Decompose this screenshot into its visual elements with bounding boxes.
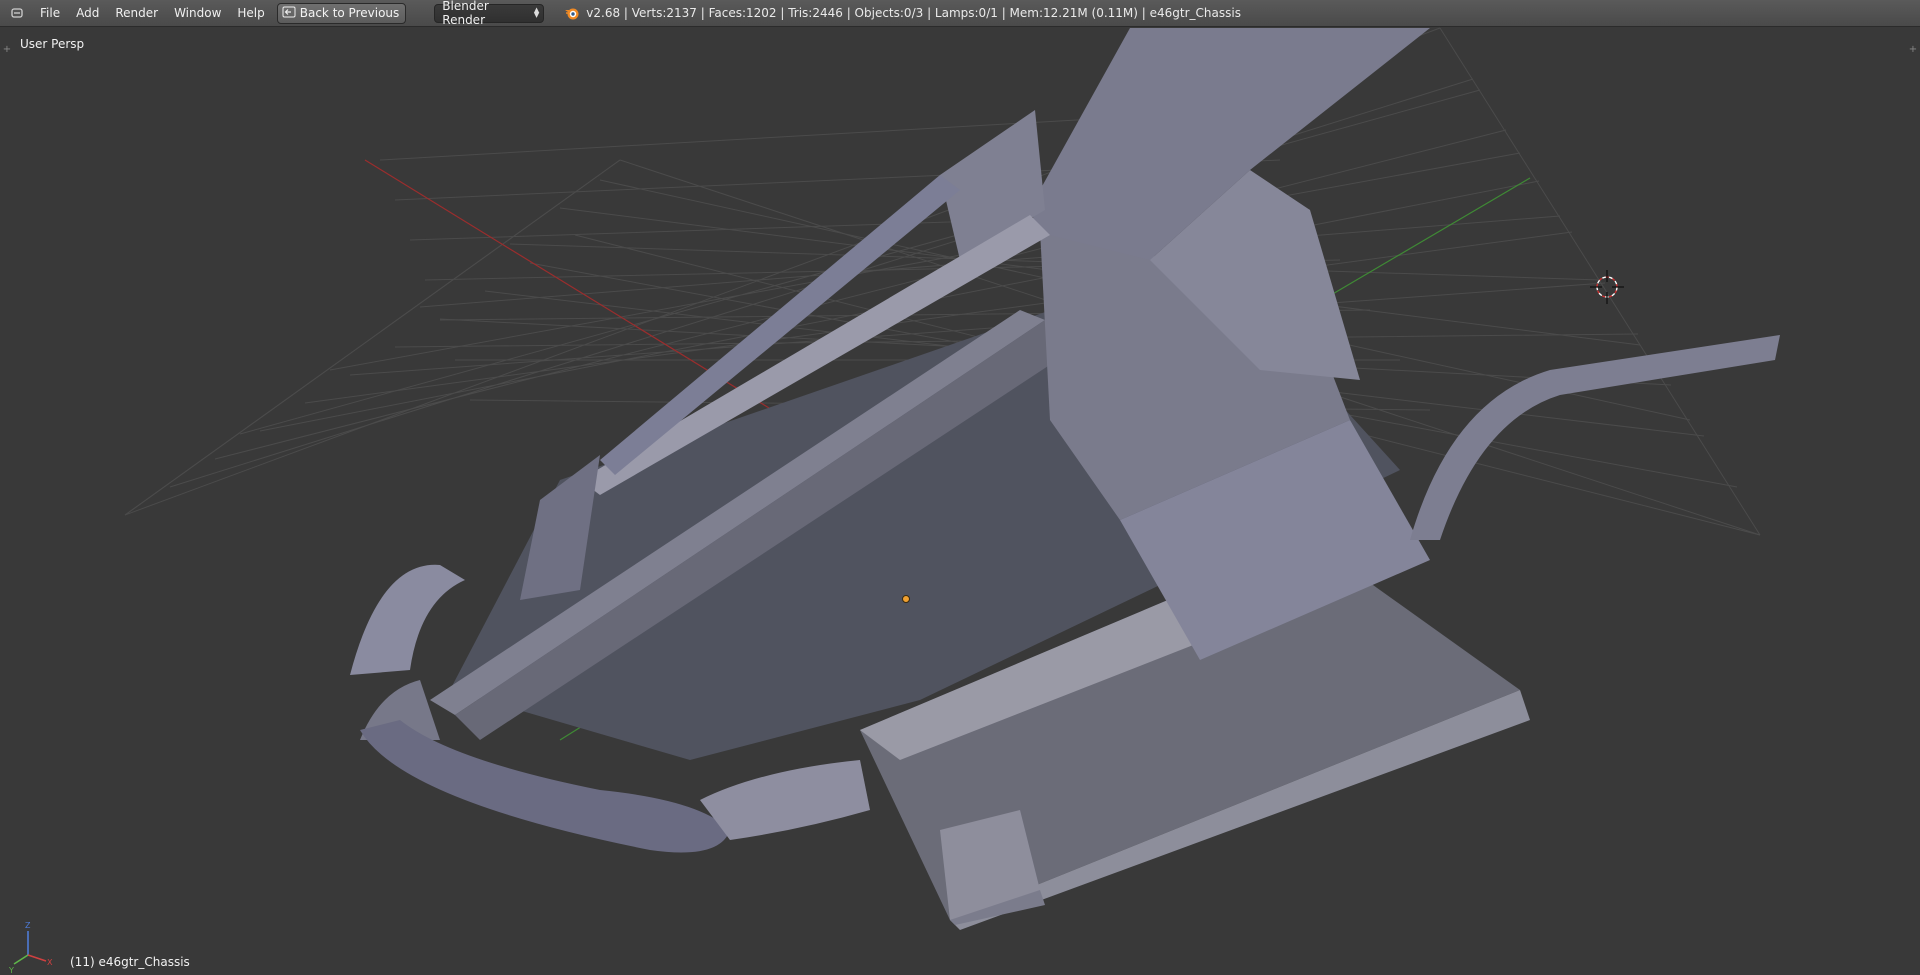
blender-logo-icon [564, 5, 580, 21]
back-arrow-icon [282, 6, 296, 21]
chevron-updown-icon: ▲ ▼ [533, 6, 540, 19]
axis-gizmo-x-label: X [47, 958, 53, 967]
info-header: File Add Render Window Help Back to Prev… [0, 0, 1920, 27]
toolshelf-expand-icon[interactable]: + [2, 45, 12, 55]
menu-help[interactable]: Help [229, 0, 272, 27]
origin-dot-icon[interactable] [902, 595, 910, 603]
main-menu: File Add Render Window Help [32, 0, 273, 27]
properties-expand-icon[interactable]: + [1908, 45, 1918, 55]
menu-add[interactable]: Add [68, 0, 107, 27]
axis-gizmo-y-label: Y [8, 966, 14, 975]
active-object-label: (11) e46gtr_Chassis [70, 955, 190, 969]
3d-viewport[interactable]: Z Y X + + User Persp (11) e46gtr_Chassis [0, 27, 1920, 975]
back-to-previous-label: Back to Previous [299, 6, 400, 20]
menu-window[interactable]: Window [166, 0, 229, 27]
menu-file[interactable]: File [32, 0, 68, 27]
editor-type-icon[interactable] [10, 6, 24, 20]
render-engine-value: Blender Render [442, 0, 489, 27]
render-engine-select[interactable]: Blender Render ▲ ▼ [434, 0, 545, 27]
scene-statistics: v2.68 | Verts:2137 | Faces:1202 | Tris:2… [586, 6, 1241, 20]
viewport-scene[interactable]: Z Y X [0, 27, 1920, 975]
view-name-label: User Persp [20, 37, 85, 51]
axis-gizmo-z-label: Z [25, 921, 31, 930]
axis-gizmo-icon: Z Y X [8, 921, 53, 975]
chassis-mesh[interactable] [350, 28, 1780, 930]
back-to-previous-button[interactable]: Back to Previous [276, 2, 407, 24]
menu-render[interactable]: Render [107, 0, 166, 27]
3d-cursor-icon[interactable] [1590, 270, 1624, 304]
